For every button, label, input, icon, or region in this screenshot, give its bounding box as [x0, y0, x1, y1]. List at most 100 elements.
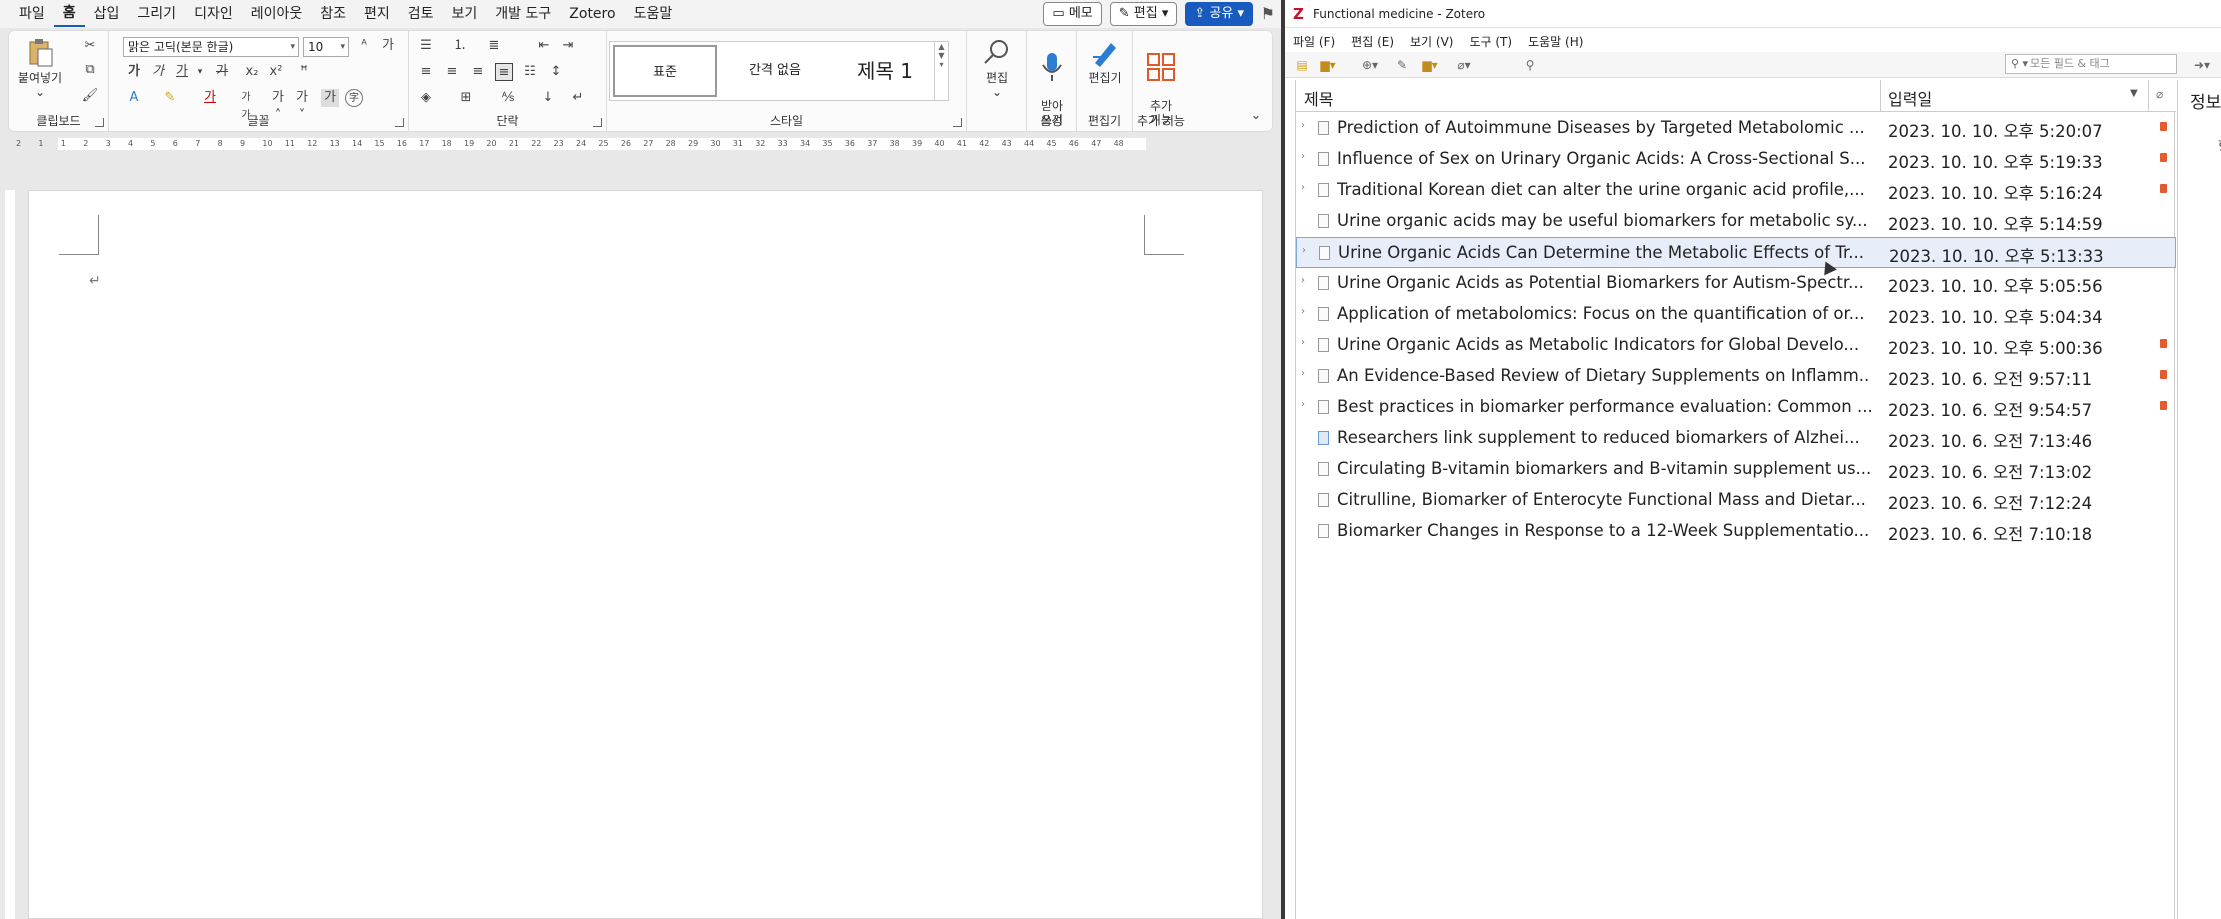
align-right-icon[interactable]: ≡ — [469, 63, 487, 81]
word-menu-9[interactable]: 보기 — [443, 0, 487, 28]
show-marks-icon[interactable]: ↵ — [569, 89, 587, 107]
editing-mode-button[interactable]: ✎ 편집 ▾ — [1109, 2, 1178, 26]
format-painter-icon[interactable]: 🖌 — [81, 87, 99, 105]
collapse-ribbon-icon[interactable]: ⌄ — [1247, 107, 1265, 125]
grow-font-icon[interactable]: 가˄ — [269, 89, 287, 123]
asian-layout-icon[interactable]: ⅍ — [499, 89, 517, 107]
zotero-menu-0[interactable]: 파일 (F) — [1285, 33, 1343, 50]
attachments-column-icon[interactable]: ⌀ — [2156, 87, 2163, 101]
shading-icon[interactable]: ◈ — [417, 89, 435, 107]
item-row[interactable]: › Traditional Korean diet can alter the u… — [1296, 175, 2176, 206]
pdf-attachment-icon[interactable] — [2160, 153, 2167, 162]
word-menu-1[interactable]: 홈 — [53, 1, 85, 27]
word-menu-7[interactable]: 편지 — [355, 0, 399, 28]
word-menu-3[interactable]: 그리기 — [128, 0, 185, 28]
style-item-0[interactable]: 표준 — [613, 45, 717, 97]
word-menu-6[interactable]: 참조 — [311, 0, 355, 28]
horizontal-ruler[interactable]: 2 1 1 2 3 4 5 6 7 8 9 10 11 12 13 14 15 16 17 18 19 20 21 22 23 2… — [10, 136, 1280, 152]
vertical-ruler[interactable] — [2, 190, 18, 919]
shrink-font-icon[interactable]: 가˅ — [293, 89, 311, 123]
new-collection-icon[interactable]: ▤ — [1293, 56, 1311, 74]
gallery-expand-icon[interactable]: ▾ — [939, 60, 943, 69]
expand-twisty-icon[interactable]: › — [1301, 306, 1311, 317]
word-menu-10[interactable]: 개발 도구 — [486, 0, 560, 28]
pdf-attachment-icon[interactable] — [2160, 401, 2167, 410]
zotero-menu-4[interactable]: 도움말 (H) — [1520, 33, 1591, 50]
expand-twisty-icon[interactable]: › — [1301, 275, 1311, 286]
char-shading-icon[interactable]: 가 — [321, 89, 339, 107]
copilot-icon[interactable]: ⚑ — [1261, 4, 1275, 23]
enclose-char-icon[interactable]: 字 — [345, 89, 363, 107]
word-menu-5[interactable]: 레이아웃 — [242, 0, 312, 28]
underline-dropdown-icon[interactable]: ▾ — [191, 63, 209, 81]
highlight-icon[interactable]: ✎ — [161, 89, 179, 107]
new-note-icon[interactable]: ▆▾ — [1421, 56, 1439, 74]
borders-icon[interactable]: ⊞ — [457, 89, 475, 107]
new-library-icon[interactable]: ▆▾ — [1319, 56, 1337, 74]
expand-twisty-icon[interactable]: › — [1301, 368, 1311, 379]
zotero-menu-1[interactable]: 편집 (E) — [1343, 33, 1402, 50]
text-effects-icon[interactable]: A — [125, 89, 143, 107]
numbering-icon[interactable]: ⒈ — [451, 37, 469, 55]
info-tab[interactable]: 정보 — [2190, 88, 2221, 113]
font-size-change-icon[interactable]: ᴬ — [355, 37, 373, 55]
styles-gallery-scroll[interactable]: ▲ ▼ ▾ — [934, 42, 948, 100]
char-spacing-icon[interactable]: 가가 — [237, 89, 255, 121]
paragraph-launcher[interactable] — [593, 118, 602, 127]
expand-twisty-icon[interactable]: › — [1301, 337, 1311, 348]
column-title[interactable]: 제목 — [1304, 86, 1333, 110]
item-row[interactable]: › Urine Organic Acids as Metabolic Indica… — [1296, 330, 2176, 361]
cut-icon[interactable]: ✂ — [81, 37, 99, 55]
zotero-menu-2[interactable]: 보기 (V) — [1402, 33, 1461, 50]
search-input[interactable]: ⚲ ▾ 모든 필드 & 태그 — [2005, 54, 2177, 74]
expand-twisty-icon[interactable]: › — [1301, 399, 1311, 410]
item-row[interactable]: › Application of metabolomics: Focus on t… — [1296, 299, 2176, 330]
pdf-attachment-icon[interactable] — [2160, 184, 2167, 193]
memo-button[interactable]: ▭ 메모 — [1043, 2, 1102, 26]
font-launcher[interactable] — [395, 118, 404, 127]
item-row[interactable]: Biomarker Changes in Response to a 12-We… — [1296, 516, 2176, 547]
superscript-icon[interactable]: x² — [267, 63, 285, 81]
word-menu-12[interactable]: 도움말 — [625, 0, 682, 28]
align-left-icon[interactable]: ≡ — [417, 63, 435, 81]
clipboard-launcher[interactable] — [95, 118, 104, 127]
word-menu-11[interactable]: Zotero — [560, 0, 624, 28]
underline-icon[interactable]: 가 — [173, 63, 191, 81]
item-row[interactable]: Urine organic acids may be useful biomar… — [1296, 206, 2176, 237]
expand-twisty-icon[interactable]: › — [1301, 151, 1311, 162]
item-row[interactable]: › Urine Organic Acids as Potential Biomar… — [1296, 268, 2176, 299]
document-page[interactable]: ↵ — [28, 190, 1263, 919]
item-row[interactable]: › Urine Organic Acids Can Determine the M… — [1296, 237, 2176, 268]
scroll-down-icon[interactable]: ▼ — [938, 51, 944, 60]
column-date-added[interactable]: 입력일 — [1888, 86, 1932, 110]
clear-formatting-icon[interactable]: ꟸ — [295, 63, 313, 81]
attachment-icon[interactable]: ⌀▾ — [1455, 56, 1473, 74]
font-size-select[interactable]: 10 ▾ — [303, 37, 349, 57]
expand-twisty-icon[interactable]: › — [1301, 182, 1311, 193]
scroll-up-icon[interactable]: ▲ — [938, 42, 944, 51]
styles-launcher[interactable] — [953, 118, 962, 127]
locate-icon[interactable]: ➜▾ — [2193, 56, 2211, 74]
item-row[interactable]: Citrulline, Biomarker of Enterocyte Func… — [1296, 485, 2176, 516]
item-row[interactable]: Researchers link supplement to reduced b… — [1296, 423, 2176, 454]
pdf-attachment-icon[interactable] — [2160, 122, 2167, 131]
item-row[interactable]: › Prediction of Autoimmune Diseases by Ta… — [1296, 113, 2176, 144]
align-center-icon[interactable]: ≡ — [443, 63, 461, 81]
decrease-indent-icon[interactable]: ⇤ — [535, 37, 553, 55]
line-spacing-icon[interactable]: ↕ — [547, 63, 565, 81]
word-menu-2[interactable]: 삽입 — [85, 0, 129, 28]
increase-indent-icon[interactable]: ⇥ — [559, 37, 577, 55]
style-item-1[interactable]: 간격 없음 — [723, 45, 827, 97]
distributed-icon[interactable]: ☷ — [521, 63, 539, 81]
add-by-identifier-icon[interactable]: ✎ — [1393, 56, 1411, 74]
subscript-icon[interactable]: x₂ — [243, 63, 261, 81]
strikethrough-icon[interactable]: 가 — [213, 63, 231, 81]
expand-twisty-icon[interactable]: › — [1302, 245, 1312, 256]
phonetic-guide-icon[interactable]: 가 — [379, 37, 397, 55]
copy-icon[interactable]: ⧉ — [81, 61, 99, 79]
justify-icon[interactable]: ≡ — [495, 63, 513, 81]
multilevel-list-icon[interactable]: ≣ — [485, 37, 503, 55]
style-item-2[interactable]: 제목 1 — [833, 45, 937, 97]
expand-twisty-icon[interactable]: › — [1301, 120, 1311, 131]
italic-icon[interactable]: 가 — [149, 63, 167, 81]
